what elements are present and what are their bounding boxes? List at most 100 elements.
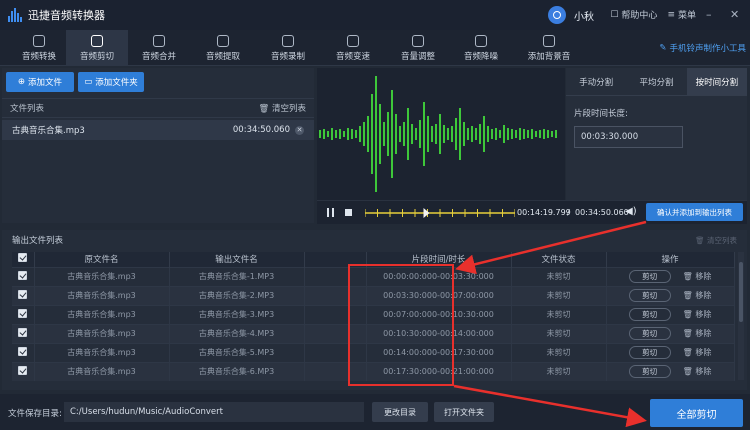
row-checkbox[interactable]	[12, 323, 35, 343]
trash-icon: 🗑	[682, 348, 693, 357]
user-avatar-icon[interactable]	[548, 6, 566, 24]
minimize-icon[interactable]: –	[706, 8, 720, 21]
select-all-checkbox[interactable]	[12, 252, 35, 267]
row-checkbox[interactable]	[12, 266, 35, 286]
speaker-icon[interactable]: ◀)	[625, 206, 637, 217]
row-remove-button[interactable]: 🗑 移除	[683, 329, 712, 338]
user-account[interactable]: 小秋	[548, 6, 594, 24]
tool-label: 音频转换	[21, 51, 56, 62]
tool-label: 音频变速	[335, 51, 370, 62]
row-remove-button[interactable]: 🗑 移除	[683, 367, 712, 376]
row-source-name: 古典音乐合集.mp3	[34, 323, 170, 343]
seek-bar[interactable]	[365, 207, 515, 219]
app-logo-icon	[8, 8, 22, 22]
close-icon[interactable]: ✕	[730, 8, 744, 21]
help-center-label: 帮助中心	[621, 11, 658, 21]
row-cut-button[interactable]: 剪切	[628, 365, 671, 379]
help-center-button[interactable]: ☐ 帮助中心	[610, 8, 658, 22]
row-output-name: 古典音乐合集-4.MP3	[169, 323, 305, 343]
pause-icon[interactable]	[327, 208, 334, 217]
plus-icon: ⊕	[17, 77, 26, 87]
save-directory-input[interactable]: C:/Users/hudun/Music/AudioConvert	[64, 402, 364, 422]
music-icon	[543, 34, 555, 47]
row-remove-button[interactable]: 🗑 移除	[683, 348, 712, 357]
row-checkbox[interactable]	[12, 361, 35, 381]
volume-icon	[412, 34, 424, 47]
tool-audio-merge[interactable]: 音频合并	[128, 30, 190, 66]
trash-icon: 🗑	[682, 367, 693, 377]
mobile-tool-label: 手机铃声制作小工具	[669, 44, 746, 54]
row-cut-button[interactable]: 剪切	[628, 270, 671, 283]
row-remove-button[interactable]: 🗑 移除	[683, 272, 712, 281]
tool-volume-adjust[interactable]: 音量调整	[387, 30, 449, 66]
menu-button[interactable]: ≡ 菜单	[667, 8, 696, 22]
change-directory-button[interactable]: 更改目录	[372, 402, 428, 422]
col-source-name: 原文件名	[34, 252, 170, 267]
clear-output-label: 清空列表	[707, 235, 737, 245]
footer-bar: 文件保存目录: C:/Users/hudun/Music/AudioConver…	[0, 394, 750, 430]
tool-add-bgm[interactable]: 添加背景音	[516, 30, 582, 66]
waveform-view[interactable]	[317, 68, 565, 200]
tool-label: 音频降噪	[463, 51, 498, 62]
merge-icon	[153, 34, 165, 47]
file-duration: 00:34:50.060	[232, 125, 290, 135]
tool-audio-extract[interactable]: 音频提取	[192, 30, 254, 66]
tab-time-split[interactable]: 按时间分割	[686, 68, 747, 95]
row-cut-button[interactable]: 剪切	[628, 289, 671, 302]
tool-label: 音频合并	[141, 51, 176, 62]
trash-icon: 🗑	[682, 310, 693, 319]
col-status: 文件状态	[511, 252, 607, 267]
clear-list-button[interactable]: 🗑 清空列表	[258, 102, 306, 114]
tab-average-split[interactable]: 平均分割	[626, 68, 686, 95]
row-source-name: 古典音乐合集.mp3	[34, 361, 170, 381]
col-output-name: 输出文件名	[169, 252, 305, 267]
row-output-name: 古典音乐合集-3.MP3	[169, 304, 305, 324]
tool-audio-convert[interactable]: 音频转换	[8, 30, 70, 66]
stop-icon[interactable]	[345, 209, 352, 216]
output-scrollbar[interactable]	[738, 252, 744, 380]
row-checkbox[interactable]	[12, 285, 35, 305]
row-checkbox[interactable]	[12, 304, 35, 324]
row-checkbox[interactable]	[12, 342, 35, 362]
mobile-ringtone-tool-link[interactable]: ✎ 手机铃声制作小工具	[659, 42, 746, 54]
trash-icon: 🗑	[695, 235, 705, 245]
add-folder-button[interactable]: ▭ 添加文件夹	[78, 72, 144, 92]
clear-output-button[interactable]: 🗑 清空列表	[695, 235, 737, 246]
file-list-title: 文件列表	[10, 104, 45, 114]
file-list-item[interactable]: 古典音乐合集.mp3 00:34:50.060 ✕	[2, 120, 314, 140]
trash-icon: 🗑	[258, 104, 270, 114]
app-title: 迅捷音频转换器	[28, 9, 105, 22]
row-cut-button[interactable]: 剪切	[628, 327, 671, 340]
user-name[interactable]: 小秋	[574, 8, 594, 23]
tool-audio-cut[interactable]: 音频剪切	[66, 30, 128, 66]
row-output-name: 古典音乐合集-5.MP3	[169, 342, 305, 362]
file-panel: ⊕ 添加文件 ▭ 添加文件夹 文件列表 🗑 清空列表 古典音乐合集.mp3 00:3…	[2, 68, 314, 223]
tool-label: 添加背景音	[527, 51, 571, 62]
cut-all-button[interactable]: 全部剪切	[650, 399, 743, 427]
row-status: 未剪切	[511, 266, 607, 286]
microphone-icon	[282, 34, 294, 47]
row-remove-button[interactable]: 🗑 移除	[683, 310, 712, 319]
open-folder-button[interactable]: 打开文件夹	[434, 402, 494, 422]
clear-list-label: 清空列表	[271, 104, 306, 114]
row-status: 未剪切	[511, 323, 607, 343]
row-remove-button[interactable]: 🗑 移除	[683, 291, 712, 300]
row-cut-button[interactable]: 剪切	[628, 346, 671, 359]
tab-manual-split[interactable]: 手动分割	[566, 68, 626, 95]
remove-file-icon[interactable]: ✕	[295, 125, 304, 135]
tool-audio-record[interactable]: 音频录制	[257, 30, 319, 66]
noise-icon	[475, 34, 487, 47]
tool-audio-speed[interactable]: 音频变速	[322, 30, 384, 66]
seek-handle	[423, 208, 430, 218]
time-separator: /	[567, 208, 570, 217]
tool-noise-reduce[interactable]: 音频降噪	[450, 30, 512, 66]
segment-length-input[interactable]: 00:03:30.000	[574, 126, 683, 148]
row-source-name: 古典音乐合集.mp3	[34, 266, 170, 286]
row-source-name: 古典音乐合集.mp3	[34, 342, 170, 362]
trash-icon: 🗑	[682, 329, 693, 338]
add-file-button[interactable]: ⊕ 添加文件	[6, 72, 74, 92]
segment-length-label: 片段时间长度:	[574, 109, 628, 119]
annotation-highlight-box	[348, 264, 454, 386]
confirm-add-to-output-button[interactable]: 确认并添加到输出列表	[646, 203, 743, 221]
row-cut-button[interactable]: 剪切	[628, 308, 671, 321]
